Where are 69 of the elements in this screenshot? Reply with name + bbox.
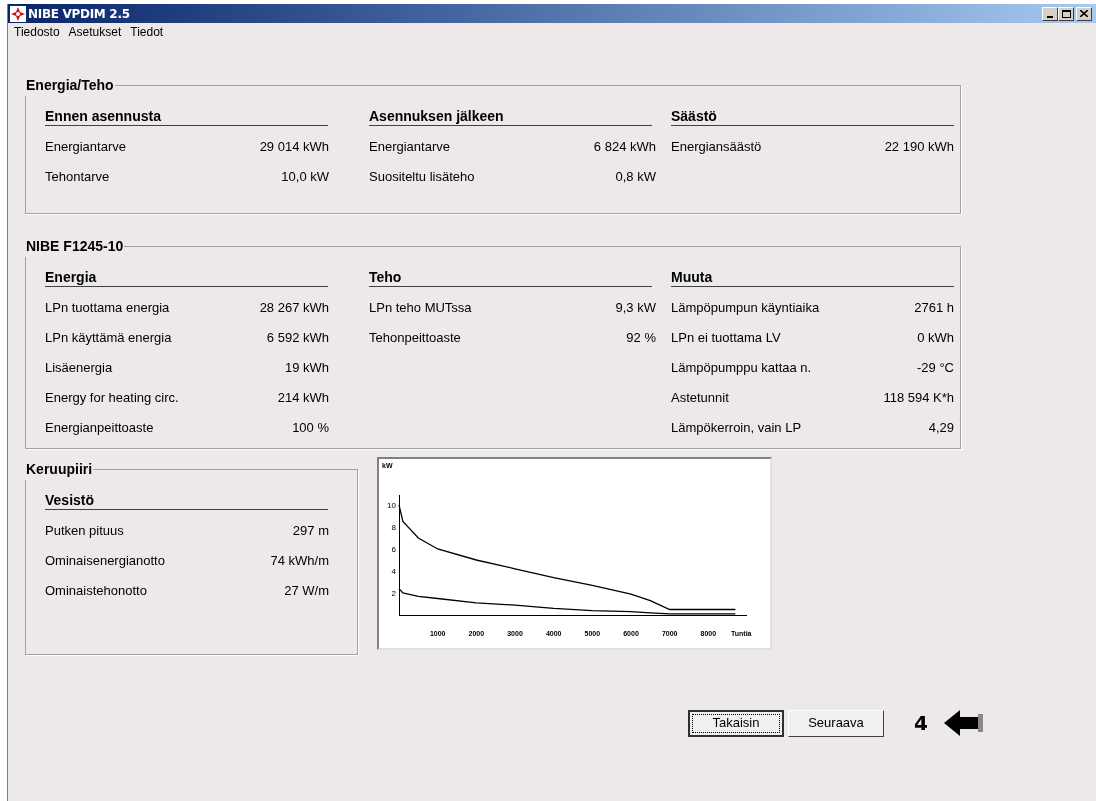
field-label: Lämpöpumpun käyntiaika xyxy=(671,299,820,317)
field-value: 100 % xyxy=(292,419,329,437)
field-value: 10,0 kW xyxy=(281,168,329,186)
field-label: Lämpöpumppu kattaa n. xyxy=(671,359,812,377)
menu-item[interactable]: Tiedosto xyxy=(14,22,60,41)
field-label: Lisäenergia xyxy=(45,359,113,377)
menu-item[interactable]: Tiedot xyxy=(130,22,164,41)
page-number: 4 xyxy=(914,710,928,737)
tick-label: 4 xyxy=(391,567,396,576)
group-title: NIBE F1245-10 xyxy=(25,237,125,256)
tick-label: 10 xyxy=(387,501,396,510)
column-heading: Vesistö xyxy=(45,490,328,510)
field-value: 6 592 kWh xyxy=(266,329,329,347)
column-heading: Energia xyxy=(45,267,328,287)
maximize-icon xyxy=(1061,9,1071,18)
nav-button[interactable]: Takaisin xyxy=(688,709,784,737)
group-title: Keruupiiri xyxy=(25,460,94,479)
group-title: Energia/Teho xyxy=(25,76,115,95)
tick-label: 8 xyxy=(391,523,396,532)
field-label: Tehontarve xyxy=(45,168,110,186)
menu-item[interactable]: Asetukset xyxy=(68,22,122,41)
field-value: 28 267 kWh xyxy=(259,299,329,317)
field-label: LPn teho MUTssa xyxy=(369,299,472,317)
field-label: Tehonpeittoaste xyxy=(369,329,461,347)
field-value: 27 W/m xyxy=(284,582,329,600)
field-value: 92 % xyxy=(626,329,656,347)
tick-label: 6 xyxy=(391,545,396,554)
maximize-button[interactable] xyxy=(1058,6,1074,21)
field-value: 4,29 xyxy=(928,419,954,437)
column-heading: Asennuksen jälkeen xyxy=(369,106,652,126)
field-value: 9,3 kW xyxy=(615,299,656,317)
field-label: Lämpökerroin, vain LP xyxy=(671,419,802,437)
field-value: 2761 h xyxy=(914,299,954,317)
field-value: 297 m xyxy=(292,522,329,540)
field-label: Ominaisenergianotto xyxy=(45,552,165,570)
field-label: LPn käyttämä energia xyxy=(45,329,172,347)
field-label: Putken pituus xyxy=(45,522,124,540)
field-value: -29 °C xyxy=(917,359,954,377)
field-value: 19 kWh xyxy=(284,359,329,377)
field-label: Energiansäästö xyxy=(671,138,762,156)
field-value: 214 kWh xyxy=(277,389,329,407)
nav-button[interactable]: Seuraava xyxy=(788,709,884,737)
logo-icon xyxy=(10,5,26,22)
field-value: 0 kWh xyxy=(917,329,954,347)
minimize-button[interactable] xyxy=(1042,6,1058,21)
field-label: Energiantarve xyxy=(45,138,126,156)
column-heading: Ennen asennusta xyxy=(45,106,328,126)
minimize-icon xyxy=(1047,15,1053,18)
window-title: NIBE VPDIM 2.5 xyxy=(28,5,130,23)
field-label: LPn ei tuottama LV xyxy=(671,329,781,347)
field-label: Energy for heating circ. xyxy=(45,389,179,407)
tick-label: 2 xyxy=(391,589,396,598)
field-value: 74 kWh/m xyxy=(270,552,329,570)
field-label: Energiantarve xyxy=(369,138,450,156)
field-value: 22 190 kWh xyxy=(884,138,954,156)
field-value: 29 014 kWh xyxy=(259,138,329,156)
field-label: Ominaistehonotto xyxy=(45,582,147,600)
field-label: Energianpeittoaste xyxy=(45,419,154,437)
field-label: Suositeltu lisäteho xyxy=(369,168,475,186)
column-heading: Säästö xyxy=(671,106,954,126)
field-value: 0,8 kW xyxy=(615,168,656,186)
field-value: 6 824 kWh xyxy=(593,138,656,156)
field-value: 118 594 K*h xyxy=(883,389,954,407)
field-label: Astetunnit xyxy=(671,389,729,407)
column-heading: Muuta xyxy=(671,267,954,287)
close-icon xyxy=(1080,10,1088,17)
field-label: LPn tuottama energia xyxy=(45,299,170,317)
column-heading: Teho xyxy=(369,267,652,287)
close-button[interactable] xyxy=(1076,6,1092,21)
